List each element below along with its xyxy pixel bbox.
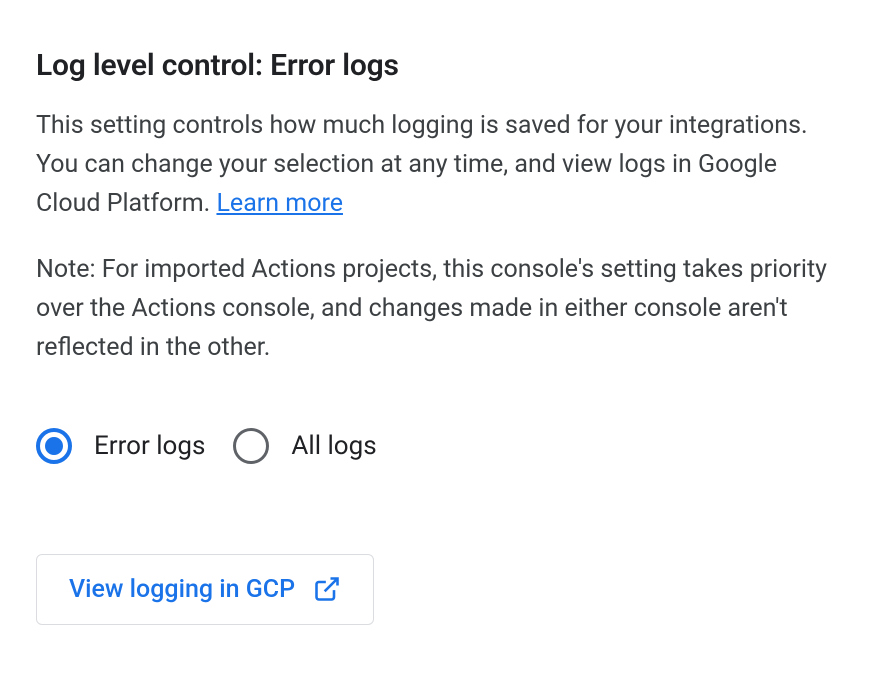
radio-option-all-logs[interactable]: All logs <box>233 428 376 464</box>
learn-more-link[interactable]: Learn more <box>216 189 342 218</box>
section-heading: Log level control: Error logs <box>36 48 858 83</box>
open-external-icon <box>313 575 341 603</box>
radio-indicator-selected-icon <box>36 428 72 464</box>
radio-indicator-unselected-icon <box>233 428 269 464</box>
note-paragraph: Note: For imported Actions projects, thi… <box>36 251 836 367</box>
radio-option-error-logs[interactable]: Error logs <box>36 428 205 464</box>
gcp-button-label: View logging in GCP <box>69 575 295 604</box>
description-paragraph: This setting controls how much logging i… <box>36 107 816 223</box>
log-level-radio-group: Error logs All logs <box>36 428 858 464</box>
radio-label: Error logs <box>94 431 205 461</box>
radio-label: All logs <box>291 431 376 461</box>
description-text: This setting controls how much logging i… <box>36 111 808 218</box>
view-logging-gcp-button[interactable]: View logging in GCP <box>36 554 374 625</box>
